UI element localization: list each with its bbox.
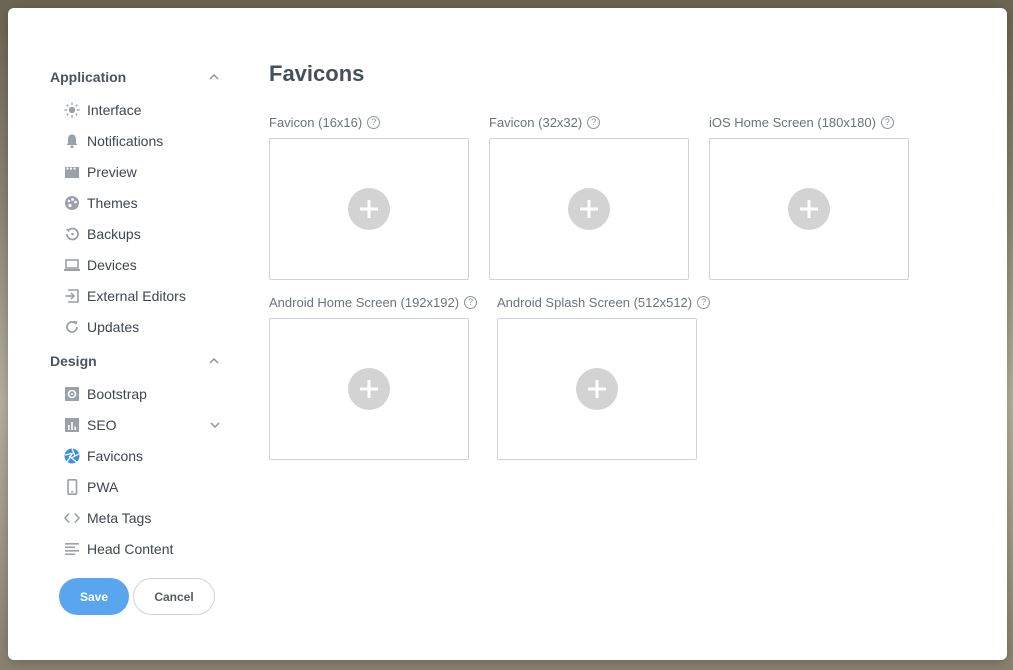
upload-dropzone[interactable] xyxy=(269,318,469,460)
sidebar-item-label: External Editors xyxy=(87,288,186,304)
upload-dropzone[interactable] xyxy=(497,318,697,460)
sidebar-item-interface[interactable]: Interface xyxy=(63,99,223,121)
sidebar-item-label: Preview xyxy=(87,164,137,180)
plus-icon xyxy=(568,188,610,230)
field-label: Android Home Screen (192x192) xyxy=(269,294,460,310)
help-icon[interactable]: ? xyxy=(367,115,381,129)
sidebar-item-label: Bootstrap xyxy=(87,386,147,402)
sidebar-item-bootstrap[interactable]: Bootstrap xyxy=(63,383,223,405)
sidebar-item-meta-tags[interactable]: Meta Tags xyxy=(63,507,223,529)
gear-box-icon xyxy=(63,385,81,403)
laptop-icon xyxy=(63,256,81,274)
sign-in-icon xyxy=(63,287,81,305)
chart-icon xyxy=(63,416,81,434)
settings-dialog: Application Interface Notifications Prev… xyxy=(8,8,1007,660)
sidebar-item-pwa[interactable]: PWA xyxy=(63,476,223,498)
aperture-icon xyxy=(63,447,81,465)
plus-icon xyxy=(348,188,390,230)
cancel-button[interactable]: Cancel xyxy=(133,578,215,615)
plus-icon xyxy=(576,368,618,410)
sidebar-item-label: Backups xyxy=(87,226,141,242)
align-left-icon xyxy=(63,540,81,558)
sidebar-item-label: Themes xyxy=(87,195,138,211)
phone-icon xyxy=(63,478,81,496)
section-application-title: Application xyxy=(50,69,127,85)
sidebar-item-preview[interactable]: Preview xyxy=(63,161,223,183)
sidebar-item-label: Interface xyxy=(87,102,142,118)
sidebar-item-label: PWA xyxy=(87,479,119,495)
sidebar-item-themes[interactable]: Themes xyxy=(63,192,223,214)
android-home-screen-field: Android Home Screen (192x192) ? xyxy=(269,294,478,460)
sidebar-item-notifications[interactable]: Notifications xyxy=(63,130,223,152)
clapper-icon xyxy=(63,163,81,181)
code-icon xyxy=(63,509,81,527)
upload-dropzone[interactable] xyxy=(489,138,689,280)
sun-icon xyxy=(63,101,81,119)
sidebar-item-label: Updates xyxy=(87,319,140,335)
sidebar-item-label: Notifications xyxy=(87,133,164,149)
sidebar-item-label: Favicons xyxy=(87,448,144,464)
field-label: iOS Home Screen (180x180) xyxy=(709,114,876,130)
palette-icon xyxy=(63,194,81,212)
upload-dropzone[interactable] xyxy=(269,138,469,280)
ios-home-screen-field: iOS Home Screen (180x180) ? xyxy=(709,114,909,280)
sidebar-item-label: Head Content xyxy=(87,541,174,557)
help-icon[interactable]: ? xyxy=(880,115,894,129)
upload-dropzone[interactable] xyxy=(709,138,909,280)
restore-icon xyxy=(63,225,81,243)
chevron-up-icon xyxy=(208,71,220,83)
section-application-header[interactable]: Application xyxy=(50,67,220,87)
sidebar-item-head-content[interactable]: Head Content xyxy=(63,538,223,560)
help-icon[interactable]: ? xyxy=(587,115,601,129)
bell-icon xyxy=(63,132,81,150)
sidebar-item-favicons[interactable]: Favicons xyxy=(63,445,223,467)
sidebar-item-label: Devices xyxy=(87,257,137,273)
refresh-icon xyxy=(63,318,81,336)
save-button[interactable]: Save xyxy=(59,578,129,615)
sidebar-item-backups[interactable]: Backups xyxy=(63,223,223,245)
section-design-header[interactable]: Design xyxy=(50,351,220,371)
favicon-32-field: Favicon (32x32) ? xyxy=(489,114,689,280)
field-label: Favicon (16x16) xyxy=(269,114,363,130)
help-icon[interactable]: ? xyxy=(697,295,711,309)
sidebar-item-seo[interactable]: SEO xyxy=(63,414,221,436)
chevron-down-icon[interactable] xyxy=(209,419,221,431)
help-icon[interactable]: ? xyxy=(464,295,478,309)
android-splash-screen-field: Android Splash Screen (512x512) ? xyxy=(497,294,711,460)
plus-icon xyxy=(788,188,830,230)
page-title: Favicons xyxy=(269,61,365,86)
sidebar-item-label: SEO xyxy=(87,417,117,433)
plus-icon xyxy=(348,368,390,410)
field-label: Android Splash Screen (512x512) xyxy=(497,294,693,310)
field-label: Favicon (32x32) xyxy=(489,114,583,130)
sidebar-item-devices[interactable]: Devices xyxy=(63,254,223,276)
chevron-up-icon xyxy=(208,355,220,367)
sidebar-item-label: Meta Tags xyxy=(87,510,152,526)
sidebar-item-updates[interactable]: Updates xyxy=(63,316,223,338)
section-design-title: Design xyxy=(50,353,97,369)
favicon-16-field: Favicon (16x16) ? xyxy=(269,114,469,280)
sidebar-item-external-editors[interactable]: External Editors xyxy=(63,285,223,307)
settings-sidebar: Application Interface Notifications Prev… xyxy=(8,8,238,660)
